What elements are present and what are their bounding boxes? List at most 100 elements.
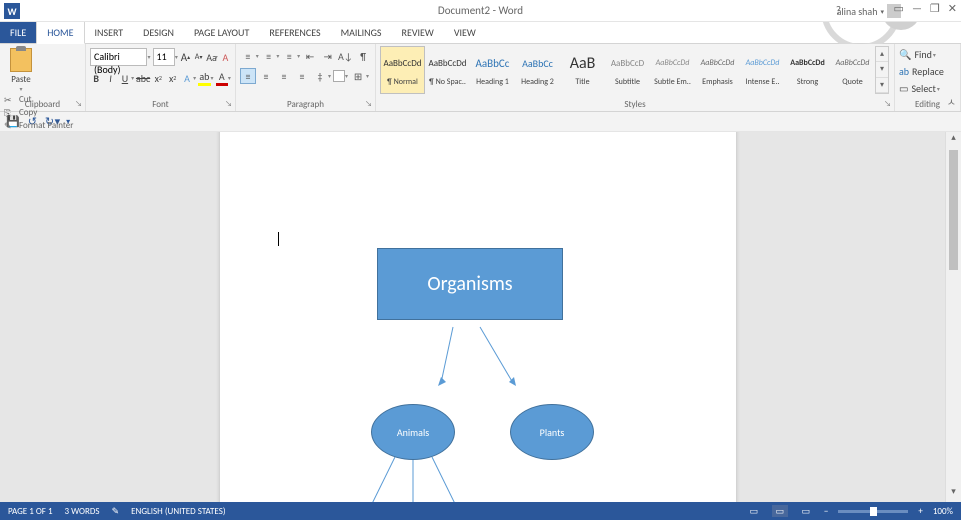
tab-view[interactable]: VIEW	[444, 22, 486, 43]
text-effects-button[interactable]: A	[181, 70, 193, 86]
borders-button[interactable]: ⊞	[350, 68, 366, 84]
tab-page-layout[interactable]: PAGE LAYOUT	[184, 22, 259, 43]
shape-rectangle-organisms[interactable]: Organisms	[377, 248, 563, 320]
highlight-button[interactable]: ab	[198, 70, 210, 86]
font-color-button[interactable]: A	[216, 70, 228, 86]
sort-button[interactable]: A↓	[338, 48, 354, 64]
style-item---no-spac--[interactable]: AaBbCcDd¶ No Spac..	[425, 46, 470, 94]
tab-design[interactable]: DESIGN	[133, 22, 184, 43]
shading-button[interactable]	[333, 70, 345, 82]
restore-icon[interactable]: ❐	[930, 2, 940, 15]
style-item-intense-e--[interactable]: AaBbCcDdIntense E..	[740, 46, 785, 94]
scroll-thumb[interactable]	[949, 150, 958, 270]
zoom-in-button[interactable]: +	[918, 506, 922, 517]
scroll-down-button[interactable]: ▾	[946, 486, 961, 502]
justify-button[interactable]: ≡	[294, 68, 310, 84]
tab-file[interactable]: FILE	[0, 22, 36, 43]
show-marks-button[interactable]: ¶	[355, 48, 371, 64]
styles-launcher-icon[interactable]: ↘	[884, 99, 891, 109]
style-item-quote[interactable]: AaBbCcDdQuote	[830, 46, 875, 94]
zoom-slider[interactable]	[838, 510, 908, 513]
style-item-subtle-em--[interactable]: AaBbCcDdSubtle Em..	[650, 46, 695, 94]
document-area: Organisms Animals Plants ▴ ▾	[0, 132, 961, 502]
underline-button[interactable]: U	[119, 70, 131, 86]
user-account[interactable]: alina shah▾	[837, 4, 901, 18]
style-item-strong[interactable]: AaBbCcDdStrong	[785, 46, 830, 94]
numbering-button[interactable]: ≡	[261, 48, 277, 64]
increase-indent-button[interactable]: ⇥	[320, 48, 336, 64]
tab-review[interactable]: REVIEW	[392, 22, 444, 43]
change-case-button[interactable]: Aa▾	[206, 49, 218, 65]
paragraph-launcher-icon[interactable]: ↘	[365, 99, 372, 109]
minimize-icon[interactable]: —	[912, 2, 922, 15]
font-name-combo[interactable]: Calibri (Body)	[90, 48, 147, 66]
vertical-scrollbar[interactable]: ▴ ▾	[945, 132, 961, 502]
clipboard-launcher-icon[interactable]: ↘	[75, 99, 82, 109]
shape-oval-plants[interactable]: Plants	[510, 404, 594, 460]
style-name-label: Title	[562, 77, 603, 87]
text-cursor	[278, 232, 279, 246]
shape-oval-animals[interactable]: Animals	[371, 404, 455, 460]
style-preview: AaBbCcDd	[742, 49, 783, 77]
multilevel-button[interactable]: ≡	[281, 48, 297, 64]
tab-insert[interactable]: INSERT	[85, 22, 134, 43]
replace-icon: ab	[899, 65, 909, 78]
style-name-label: Subtle Em..	[652, 77, 693, 87]
format-painter-button[interactable]: ✎Format Painter	[4, 119, 73, 132]
style-item-emphasis[interactable]: AaBbCcDdEmphasis	[695, 46, 740, 94]
close-icon[interactable]: ✕	[948, 2, 957, 15]
spell-check-icon[interactable]: ✎	[112, 506, 120, 517]
style-item-title[interactable]: AaBTitle	[560, 46, 605, 94]
shrink-font-button[interactable]: A▾	[193, 49, 204, 65]
bold-button[interactable]: B	[90, 70, 102, 86]
scroll-up-button[interactable]: ▴	[946, 132, 961, 148]
zoom-out-button[interactable]: −	[824, 506, 828, 517]
subscript-button[interactable]: x2	[152, 70, 164, 86]
style-name-label: Intense E..	[742, 77, 783, 87]
arrow-head-icon	[438, 377, 446, 386]
replace-button[interactable]: abReplace	[899, 63, 956, 80]
font-size-combo[interactable]: 11	[153, 48, 175, 66]
clear-formatting-button[interactable]: A	[220, 49, 231, 65]
styles-scroll-up[interactable]: ▴	[876, 47, 888, 62]
language-label[interactable]: ENGLISH (UNITED STATES)	[131, 506, 225, 517]
italic-button[interactable]: I	[104, 70, 116, 86]
style-preview: AaBbCcD	[607, 49, 648, 77]
tab-mailings[interactable]: MAILINGS	[331, 22, 392, 43]
style-item-heading-2[interactable]: AaBbCcHeading 2	[515, 46, 560, 94]
grow-font-button[interactable]: A▴	[180, 49, 191, 65]
align-left-button[interactable]: ≡	[240, 68, 256, 84]
ribbon-display-icon[interactable]: ▭	[894, 2, 904, 15]
style-preview: AaB	[562, 49, 603, 77]
style-preview: AaBbCcDd	[652, 49, 693, 77]
align-center-button[interactable]: ≡	[258, 68, 274, 84]
print-layout-button[interactable]: ▭	[772, 505, 788, 517]
style-item-heading-1[interactable]: AaBbCcHeading 1	[470, 46, 515, 94]
quick-access-toolbar: 💾 ↺ ↻ ▾ ▾	[0, 112, 961, 132]
tab-references[interactable]: REFERENCES	[259, 22, 330, 43]
find-button[interactable]: 🔍Find ▾	[899, 46, 956, 63]
zoom-level-label[interactable]: 100%	[933, 506, 953, 517]
superscript-button[interactable]: x2	[166, 70, 178, 86]
styles-scroll-down[interactable]: ▾	[876, 62, 888, 77]
decrease-indent-button[interactable]: ⇤	[302, 48, 318, 64]
style-item---normal[interactable]: AaBbCcDd¶ Normal	[380, 46, 425, 94]
styles-scroll: ▴ ▾ ▾	[875, 46, 889, 94]
style-item-subtitle[interactable]: AaBbCcDSubtitle	[605, 46, 650, 94]
web-layout-button[interactable]: ▭	[798, 505, 814, 517]
bullets-button[interactable]: ≡	[240, 48, 256, 64]
word-count-label[interactable]: 3 WORDS	[65, 506, 100, 517]
group-styles: AaBbCcDd¶ NormalAaBbCcDd¶ No Spac..AaBbC…	[376, 44, 895, 111]
select-icon: ▭	[899, 82, 908, 95]
page[interactable]: Organisms Animals Plants	[220, 132, 736, 502]
font-launcher-icon[interactable]: ↘	[225, 99, 232, 109]
tab-home[interactable]: HOME	[36, 21, 84, 44]
paste-button[interactable]: Paste ▾	[4, 46, 38, 93]
read-mode-button[interactable]: ▭	[746, 505, 762, 517]
styles-more-button[interactable]: ▾	[876, 78, 888, 93]
collapse-ribbon-icon[interactable]: ㅅ	[947, 94, 956, 109]
line-spacing-button[interactable]: ‡	[312, 68, 328, 84]
page-count-label[interactable]: PAGE 1 OF 1	[8, 506, 53, 517]
align-right-button[interactable]: ≡	[276, 68, 292, 84]
strikethrough-button[interactable]: abc	[136, 70, 150, 86]
